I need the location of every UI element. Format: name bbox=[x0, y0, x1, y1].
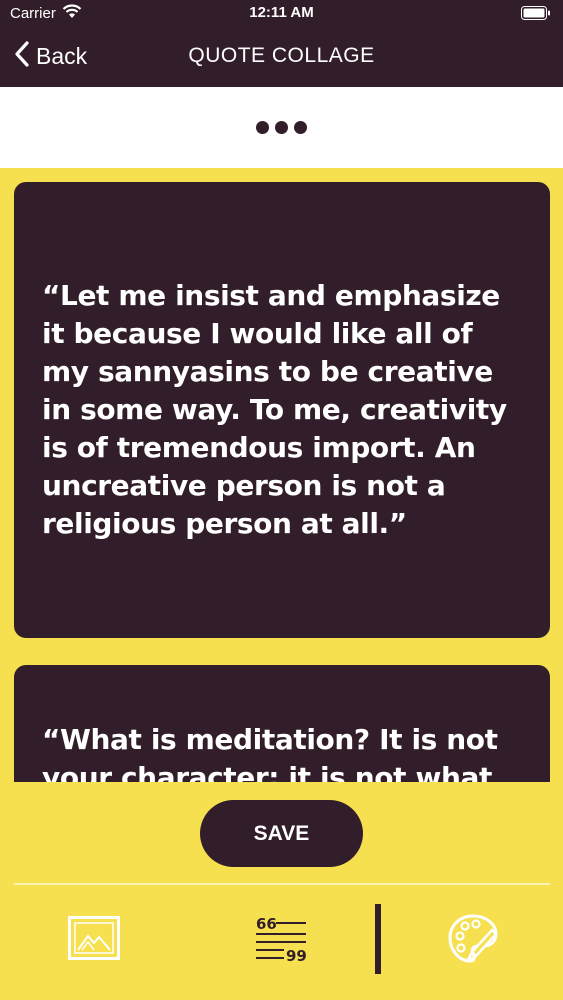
dot bbox=[275, 121, 288, 134]
nav-bar: Back QUOTE COLLAGE bbox=[0, 36, 563, 78]
toolbar-separator bbox=[375, 904, 381, 974]
bottom-toolbar: SAVE 66 99 bbox=[0, 782, 563, 1000]
quote-text-icon[interactable]: 66 99 bbox=[254, 915, 308, 965]
battery-icon bbox=[521, 6, 551, 24]
divider bbox=[14, 883, 550, 885]
status-time: 12:11 AM bbox=[249, 4, 314, 21]
more-bar bbox=[0, 87, 563, 168]
quote-text: “What is meditation? It is not your char… bbox=[42, 723, 498, 782]
image-icon[interactable] bbox=[68, 916, 120, 960]
more-dots-icon[interactable] bbox=[250, 115, 313, 140]
dot bbox=[294, 121, 307, 134]
svg-text:99: 99 bbox=[286, 947, 307, 963]
dot bbox=[256, 121, 269, 134]
quote-card[interactable]: “What is meditation? It is not your char… bbox=[14, 665, 550, 782]
page-title: QUOTE COLLAGE bbox=[188, 44, 375, 67]
palette-icon[interactable] bbox=[446, 912, 500, 966]
status-bar: Carrier 12:11 AM bbox=[0, 0, 563, 28]
save-button[interactable]: SAVE bbox=[200, 800, 363, 867]
quote-list[interactable]: “Let me insist and emphasize it because … bbox=[0, 168, 563, 782]
svg-text:66: 66 bbox=[256, 915, 277, 933]
quote-text: “Let me insist and emphasize it because … bbox=[42, 279, 507, 540]
top-bar: Carrier 12:11 AM Back QUOTE COLLAGE bbox=[0, 0, 563, 87]
quote-card[interactable]: “Let me insist and emphasize it because … bbox=[14, 182, 550, 638]
